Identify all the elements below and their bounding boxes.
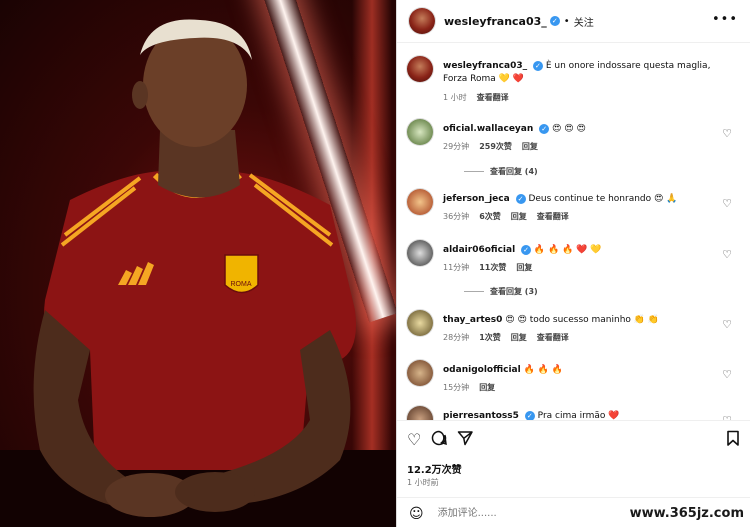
commenter-avatar[interactable] <box>407 406 433 420</box>
action-icons: ♡ <box>407 430 474 450</box>
caption-time: 1 小时 <box>443 93 467 102</box>
comment-username[interactable]: thay_artes0 <box>443 315 502 325</box>
comment-text: 😍 😍 todo sucesso maninho 👏 👏 <box>505 315 660 325</box>
comment-time: 15分钟 <box>443 383 470 392</box>
commenter-avatar[interactable] <box>407 119 433 145</box>
post-time: 1 小时前 <box>407 478 439 487</box>
verified-icon: ✓ <box>532 60 543 71</box>
send-icon[interactable] <box>457 430 474 450</box>
emoji-icon[interactable]: ☺ <box>409 506 424 522</box>
commenter-avatar[interactable] <box>407 360 433 386</box>
verified-icon: ✓ <box>521 244 532 255</box>
separator-dot: • <box>563 15 570 27</box>
reply-button[interactable]: 回复 <box>479 383 495 392</box>
view-replies-link[interactable]: 查看回复 (3) <box>464 286 538 297</box>
comment-text: 🔥 🔥 🔥 ❤️ 💛 <box>533 245 602 255</box>
comment-username[interactable]: pierresantoss5 <box>443 411 519 420</box>
comment-text: Deus continue te honrando 😍 🙏 <box>528 194 678 204</box>
like-comment-icon[interactable]: ♡ <box>722 248 732 261</box>
caption-translate-link[interactable]: 查看翻译 <box>477 93 509 102</box>
post-header: wesleyfranca03_ ✓ • 关注 ••• <box>397 0 750 43</box>
author-avatar[interactable] <box>409 8 435 34</box>
like-comment-icon[interactable]: ♡ <box>722 127 732 140</box>
verified-icon: ✓ <box>549 16 560 26</box>
caption-username[interactable]: wesleyfranca03_ <box>443 61 527 71</box>
comment-username[interactable]: jeferson_jeca <box>443 194 510 204</box>
comment-text: Pra cima irmão ❤️ <box>537 411 620 420</box>
comment-likes[interactable]: 259次赞 <box>479 142 512 151</box>
verified-icon: ✓ <box>524 410 535 420</box>
comment-username[interactable]: aldair06oficial <box>443 245 515 255</box>
reply-button[interactable]: 回复 <box>522 142 538 151</box>
comment-time: 11分钟 <box>443 263 470 272</box>
bookmark-icon[interactable] <box>726 430 740 450</box>
comment-likes[interactable]: 11次赞 <box>479 263 506 272</box>
likes-count[interactable]: 12.2万次赞 <box>407 461 462 476</box>
reply-button[interactable]: 回复 <box>511 212 527 221</box>
more-options-icon[interactable]: ••• <box>712 12 738 27</box>
like-comment-icon[interactable]: ♡ <box>722 318 732 331</box>
commenter-avatar[interactable] <box>407 310 433 336</box>
post-photo: ROMA <box>0 0 396 527</box>
comment-likes[interactable]: 6次赞 <box>479 212 501 221</box>
author-username[interactable]: wesleyfranca03_ <box>444 15 547 28</box>
reply-button[interactable]: 回复 <box>511 333 527 342</box>
heart-icon[interactable]: ♡ <box>407 430 421 450</box>
commenter-avatar[interactable] <box>407 240 433 266</box>
verified-icon: ✓ <box>539 123 550 134</box>
translate-link[interactable]: 查看翻译 <box>537 212 569 221</box>
comment-text: 🔥 🔥 🔥 <box>523 365 563 375</box>
post-sidebar: wesleyfranca03_ ✓ • 关注 ••• wesleyfranca0… <box>397 0 750 527</box>
translate-link[interactable]: 查看翻译 <box>537 333 569 342</box>
like-comment-icon[interactable]: ♡ <box>722 368 732 381</box>
comment-username[interactable]: oficial.wallaceyan <box>443 124 533 134</box>
reply-button[interactable]: 回复 <box>516 263 532 272</box>
comment-likes[interactable]: 1次赞 <box>479 333 501 342</box>
comment-icon[interactable] <box>431 430 448 450</box>
comment-time: 36分钟 <box>443 212 470 221</box>
view-replies-link[interactable]: 查看回复 (4) <box>464 166 538 177</box>
commenter-avatar[interactable] <box>407 189 433 215</box>
crest-text: ROMA <box>231 281 252 288</box>
comments-list: wesleyfranca03_ ✓ È un onore indossare q… <box>397 46 750 420</box>
follow-button[interactable]: 关注 <box>574 14 594 29</box>
comment-username[interactable]: odanigolofficial <box>443 365 521 375</box>
comment-time: 29分钟 <box>443 142 470 151</box>
like-comment-icon[interactable]: ♡ <box>722 197 732 210</box>
player-figure: ROMA <box>0 19 396 527</box>
watermark-text: www.365jz.com <box>629 506 744 521</box>
add-comment-input[interactable] <box>435 507 620 520</box>
author-avatar[interactable] <box>407 56 433 82</box>
verified-icon: ✓ <box>515 193 526 204</box>
comment-text: 😍 😍 😍 <box>552 124 586 134</box>
comment-time: 28分钟 <box>443 333 470 342</box>
